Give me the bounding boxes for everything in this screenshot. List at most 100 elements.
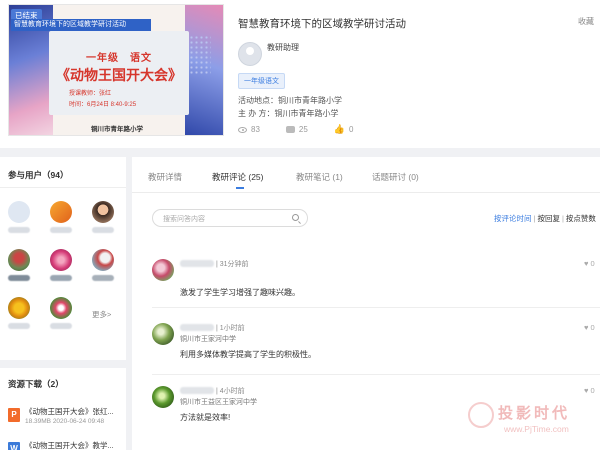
comment-icon [285, 126, 295, 133]
comment-time: | 1小时前 [216, 325, 245, 332]
ppt-file-icon: P [8, 408, 20, 422]
heart-icon[interactable]: ♥ [584, 259, 588, 268]
cover-time: 时间：6月24日 8:40-9:25 [69, 102, 137, 108]
comment-item: | 1小时前 铜川市王家河中学 利用多媒体教学提高了学生的积极性。 ♥ 0 [152, 323, 600, 363]
participant-avatar[interactable] [50, 297, 72, 319]
commenter-avatar[interactable] [152, 259, 174, 281]
cover-teacher: 授课教师：张红 [69, 91, 112, 97]
resources-title: 资源下载（2） [8, 379, 64, 389]
activity-header-card: 已结束 智慧教育环境下的区域教学研讨活动 一年级 语文 《动物王国开大会》 授课… [0, 0, 600, 148]
heart-icon[interactable]: ♥ [584, 386, 588, 395]
comment-text: 方法就是效率! [180, 413, 231, 422]
resource-name[interactable]: 《动物王国开大会》张红... [25, 406, 114, 417]
comment-like[interactable]: ♥ 0 [584, 259, 595, 268]
resource-meta: 18.39MB 2020-06-24 09:48 [25, 418, 105, 425]
participant-avatar[interactable] [50, 249, 72, 271]
tab-notes[interactable]: 教研笔记 (1) [296, 171, 343, 183]
participant-name [92, 275, 114, 281]
sort-separator: | [533, 214, 536, 223]
participant-name [8, 323, 30, 329]
organizer-row: 主 办 方：铜川市青年路小学 [238, 108, 338, 119]
resources-panel: 资源下载（2） P 《动物王国开大会》张红... 18.39MB 2020-06… [0, 368, 126, 450]
sort-separator: | [561, 214, 564, 223]
commenter-school: 铜川市王家河中学 [180, 336, 236, 343]
commenter-avatar[interactable] [152, 323, 174, 345]
tab-comments[interactable]: 教研评论 (25) [212, 171, 263, 183]
cover-grade: 一年级 语文 [86, 53, 152, 64]
participant-avatar[interactable] [50, 201, 72, 223]
comment-like[interactable]: ♥ 0 [584, 323, 595, 332]
resource-name[interactable]: 《动物王国开大会》教学... [25, 440, 114, 450]
organizer-value: 铜川市青年路小学 [274, 109, 339, 118]
location-value: 铜川市青年路小学 [278, 96, 342, 105]
commenter-name[interactable] [180, 260, 214, 267]
grade-subject-tag: 一年级语文 [238, 73, 285, 89]
divider [152, 374, 600, 375]
cover-dot-pattern [189, 35, 211, 75]
participant-name [8, 275, 30, 281]
divider [0, 187, 126, 188]
assistant-name[interactable]: 教研助理 [267, 42, 299, 53]
participant-name [92, 227, 114, 233]
participant-avatar[interactable] [8, 297, 30, 319]
sort-by-reply[interactable]: 按回复 [537, 214, 560, 223]
participant-avatar[interactable] [92, 249, 114, 271]
sort-options: 按评论时间 | 按回复 | 按点赞数 [494, 213, 596, 224]
comment-like-count: 0 [590, 323, 595, 332]
commenter-name[interactable] [180, 387, 214, 394]
location-label: 活动地点： [238, 96, 278, 105]
organizer-label: 主 办 方： [238, 109, 275, 118]
comment-item: | 31分钟前 激发了学生学习增强了趣味兴趣。 ♥ 0 [152, 259, 600, 299]
views-stat: 83 [238, 124, 260, 135]
location-row: 活动地点：铜川市青年路小学 [238, 95, 342, 106]
comment-like-count: 0 [590, 386, 595, 395]
views-count: 83 [251, 125, 260, 134]
commenter-school: 铜川市王益区王家河中学 [180, 399, 257, 406]
thumbs-up-icon[interactable]: 👍 [334, 124, 345, 135]
participant-name [50, 275, 72, 281]
likes-stat[interactable]: 👍 0 [334, 124, 354, 135]
watermark-url: www.PjTime.com [504, 424, 569, 434]
comment-like[interactable]: ♥ 0 [584, 386, 595, 395]
heart-icon[interactable]: ♥ [584, 323, 588, 332]
cover-title: 《动物王国开大会》 [56, 68, 182, 84]
tab-details[interactable]: 教研详情 [148, 171, 182, 183]
comment-time: | 31分钟前 [216, 261, 249, 268]
commenter-name[interactable] [180, 324, 214, 331]
more-participants-link[interactable]: 更多> [92, 309, 111, 320]
participants-title: 参与用户（94） [8, 170, 69, 180]
participant-name [50, 323, 72, 329]
comment-text: 激发了学生学习增强了趣味兴趣。 [180, 288, 300, 297]
comment-time: | 4小时前 [216, 388, 245, 395]
activity-cover-image[interactable]: 已结束 智慧教育环境下的区域教学研讨活动 一年级 语文 《动物王国开大会》 授课… [8, 4, 224, 136]
participant-avatar[interactable] [8, 201, 30, 223]
watermark-logo-icon [468, 402, 494, 428]
tab-bar: 教研详情 教研评论 (25) 教研笔记 (1) 话题研讨 (0) [132, 157, 600, 193]
comments-stat: 25 [285, 124, 308, 135]
comment-like-count: 0 [590, 259, 595, 268]
watermark: 投影时代 www.PjTime.com [460, 396, 600, 450]
cover-school: 铜川市青年路小学 [91, 126, 143, 133]
likes-count: 0 [349, 125, 354, 134]
participant-avatar[interactable] [8, 249, 30, 271]
commenter-avatar[interactable] [152, 386, 174, 408]
comment-text: 利用多媒体教学提高了学生的积极性。 [180, 350, 316, 359]
participants-panel: 参与用户（94） 更多> [0, 157, 126, 360]
participant-name [50, 227, 72, 233]
favorite-button[interactable]: 收藏 [578, 16, 594, 27]
active-tab-indicator [236, 187, 244, 189]
assistant-avatar[interactable] [238, 42, 262, 66]
cover-banner: 智慧教育环境下的区域教学研讨活动 [11, 19, 151, 31]
search-input[interactable]: 搜索问答内容 [152, 209, 308, 227]
watermark-text: 投影时代 [498, 405, 571, 422]
sort-by-time[interactable]: 按评论时间 [494, 214, 532, 223]
page-title: 智慧教育环境下的区域教学研讨活动 [238, 18, 406, 30]
search-placeholder: 搜索问答内容 [163, 216, 205, 223]
sort-by-likes[interactable]: 按点赞数 [566, 214, 596, 223]
search-icon[interactable] [292, 214, 299, 221]
activity-stats: 83 25 👍 0 [238, 124, 353, 135]
divider [152, 307, 600, 308]
tab-topics[interactable]: 话题研讨 (0) [372, 171, 419, 183]
participant-avatar[interactable] [92, 201, 114, 223]
participant-name [8, 227, 30, 233]
